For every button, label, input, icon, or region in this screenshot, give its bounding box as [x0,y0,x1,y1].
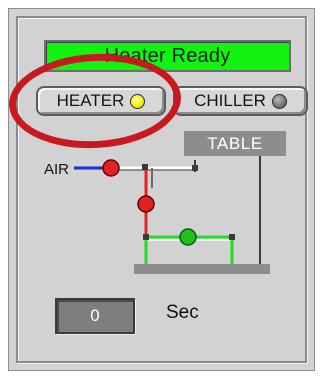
heater-button-label: HEATER [56,91,125,110]
air-label: AIR [44,161,70,178]
table-label: TABLE [184,131,286,156]
chiller-button-label: CHILLER [194,91,266,110]
chiller-indicator-icon [271,93,287,109]
status-text: Heater Ready [104,44,231,67]
heater-button[interactable]: HEATER [36,86,166,116]
table-label-text: TABLE [207,133,263,153]
timer-display: 0 [55,298,135,334]
timer-unit-label: Sec [166,302,199,323]
timer-value: 0 [90,306,100,325]
status-bar: Heater Ready [44,40,291,72]
chiller-button[interactable]: CHILLER [173,86,308,116]
heater-indicator-icon [130,93,146,109]
